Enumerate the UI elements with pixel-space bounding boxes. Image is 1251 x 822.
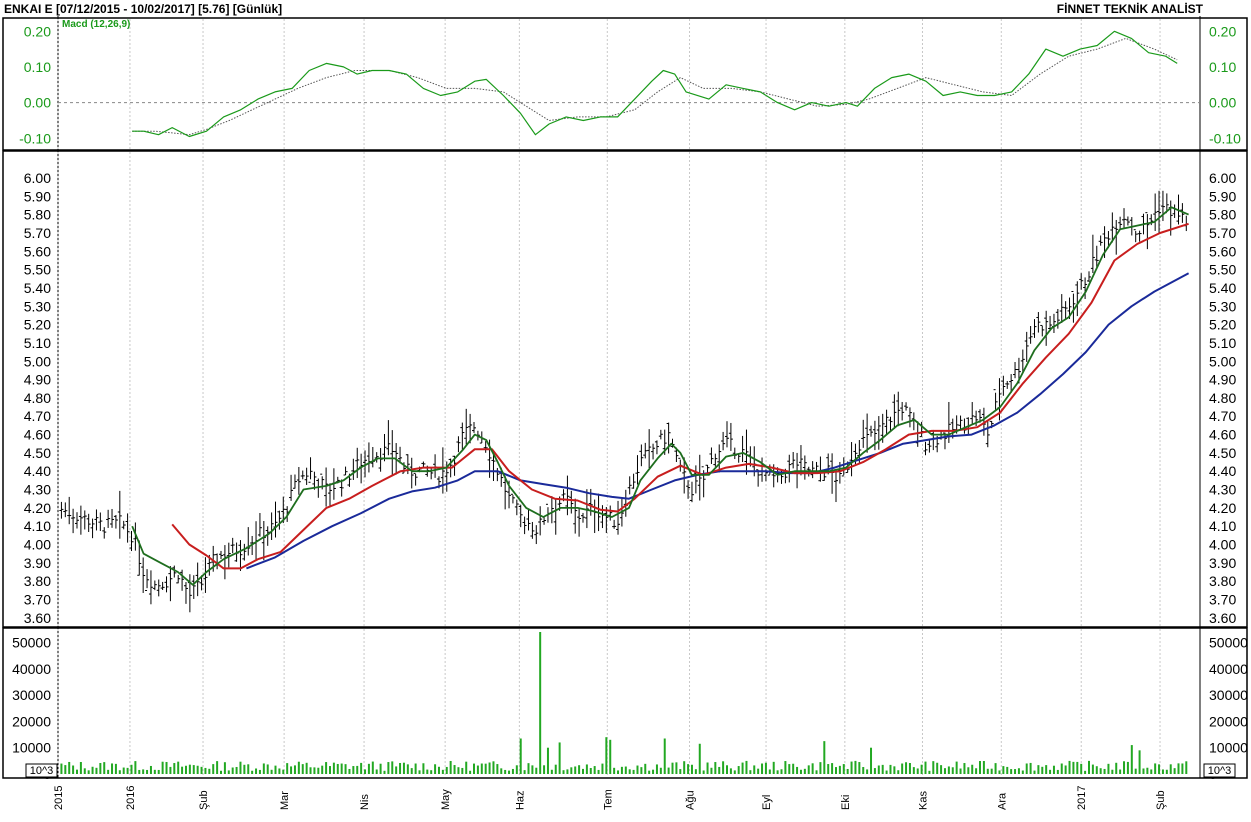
price-ytick-left: 5.60	[24, 243, 51, 259]
price-ytick-left: 4.00	[24, 537, 51, 553]
volume-unit-left: 10^3	[30, 765, 54, 777]
x-axis-label: 2015	[53, 786, 65, 810]
price-ytick-right: 3.60	[1209, 610, 1236, 626]
volume-ytick-right: 10000	[1209, 740, 1248, 756]
macd-line	[132, 30, 1178, 138]
price-ytick-right: 6.00	[1209, 170, 1236, 186]
x-axis-label: 2016	[125, 786, 137, 810]
price-ytick-right: 3.80	[1209, 573, 1236, 589]
price-ytick-right: 4.50	[1209, 445, 1236, 461]
price-ytick-right: 5.60	[1209, 243, 1236, 259]
x-axis-label: Nis	[359, 794, 371, 810]
price-ytick-left: 5.30	[24, 298, 51, 314]
macd-ytick-right: 0.10	[1209, 59, 1236, 75]
x-axis-label: Eki	[840, 795, 852, 810]
price-ytick-left: 4.80	[24, 390, 51, 406]
price-ytick-right: 4.20	[1209, 500, 1236, 516]
price-ytick-left: 4.40	[24, 463, 51, 479]
price-ytick-right: 5.00	[1209, 353, 1236, 369]
price-ytick-right: 5.80	[1209, 207, 1236, 223]
macd-signal-line	[132, 37, 1178, 136]
volume-panel-frame	[2, 627, 1248, 779]
stock-chart: 0.20 0.20 0.10 0.10 0.00 0.00 -0.10 -0.10 Macd (…	[2, 16, 1248, 810]
macd-panel-frame	[2, 17, 1248, 151]
price-bars	[59, 190, 1189, 613]
price-ytick-left: 4.10	[24, 518, 51, 534]
price-ytick-left: 6.00	[24, 170, 51, 186]
price-ytick-right: 5.20	[1209, 317, 1236, 333]
x-axis-label: Şub	[1155, 790, 1167, 810]
price-ytick-right: 5.10	[1209, 335, 1236, 351]
x-axis-label: Ara	[996, 792, 1008, 810]
ma-mid-line	[171, 222, 1189, 570]
price-ytick-right: 4.70	[1209, 408, 1236, 424]
x-axis-label: Tem	[602, 789, 614, 810]
volume-ytick-left: 50000	[12, 635, 51, 651]
x-axis-label: 2017	[1076, 786, 1088, 810]
price-ytick-left: 4.70	[24, 408, 51, 424]
price-ytick-left: 5.00	[24, 353, 51, 369]
volume-unit-right: 10^3	[1208, 765, 1232, 777]
macd-ytick-right: 0.00	[1209, 95, 1236, 111]
price-ytick-left: 4.90	[24, 372, 51, 388]
price-ytick-right: 4.90	[1209, 372, 1236, 388]
volume-bars	[60, 632, 1188, 774]
volume-ytick-left: 30000	[12, 687, 51, 703]
price-ytick-right: 4.30	[1209, 482, 1236, 498]
price-ytick-right: 5.50	[1209, 262, 1236, 278]
price-ytick-right: 4.60	[1209, 427, 1236, 443]
volume-ytick-right: 50000	[1209, 635, 1248, 651]
price-ytick-right: 5.70	[1209, 225, 1236, 241]
price-ytick-left: 3.90	[24, 555, 51, 571]
volume-ytick-right: 30000	[1209, 687, 1248, 703]
price-ytick-left: 5.20	[24, 317, 51, 333]
macd-ytick-left: 0.10	[24, 59, 51, 75]
price-ytick-right: 5.30	[1209, 298, 1236, 314]
price-ytick-left: 4.50	[24, 445, 51, 461]
volume-ytick-left: 10000	[12, 740, 51, 756]
macd-ytick-left: -0.10	[19, 130, 51, 146]
x-axis-label: Ağu	[685, 790, 697, 810]
ma-short-line	[131, 206, 1189, 586]
price-ytick-left: 5.90	[24, 188, 51, 204]
x-axis-label: Mar	[279, 791, 291, 810]
price-panel-frame	[2, 150, 1248, 628]
price-ytick-left: 5.10	[24, 335, 51, 351]
price-ytick-right: 5.90	[1209, 188, 1236, 204]
macd-ytick-right: 0.20	[1209, 23, 1236, 39]
volume-ytick-left: 20000	[12, 713, 51, 729]
price-ytick-left: 5.80	[24, 207, 51, 223]
x-axis-label: Kas	[917, 791, 929, 810]
price-ytick-left: 4.20	[24, 500, 51, 516]
price-ytick-right: 4.00	[1209, 537, 1236, 553]
price-ytick-right: 5.40	[1209, 280, 1236, 296]
volume-ytick-left: 40000	[12, 661, 51, 677]
macd-label: Macd (12,26,9)	[62, 19, 130, 30]
price-ytick-right: 3.90	[1209, 555, 1236, 571]
price-ytick-left: 5.50	[24, 262, 51, 278]
ma-long-line	[246, 272, 1190, 570]
price-ytick-right: 4.80	[1209, 390, 1236, 406]
x-axis-label: Şub	[198, 790, 210, 810]
x-axis-label: Haz	[514, 790, 526, 810]
price-ytick-right: 4.40	[1209, 463, 1236, 479]
price-ytick-left: 3.60	[24, 610, 51, 626]
volume-ytick-right: 40000	[1209, 661, 1248, 677]
x-axis-label: May	[440, 789, 452, 810]
price-ytick-left: 4.60	[24, 427, 51, 443]
price-ytick-left: 3.70	[24, 592, 51, 608]
price-ytick-left: 4.30	[24, 482, 51, 498]
macd-ytick-right: -0.10	[1209, 130, 1241, 146]
macd-ytick-left: 0.00	[24, 95, 51, 111]
x-axis-label: Eyl	[761, 795, 773, 810]
volume-ytick-right: 20000	[1209, 713, 1248, 729]
price-ytick-right: 4.10	[1209, 518, 1236, 534]
price-ytick-left: 5.70	[24, 225, 51, 241]
price-ytick-right: 3.70	[1209, 592, 1236, 608]
price-ytick-left: 5.40	[24, 280, 51, 296]
price-ytick-left: 3.80	[24, 573, 51, 589]
macd-ytick-left: 0.20	[24, 23, 51, 39]
